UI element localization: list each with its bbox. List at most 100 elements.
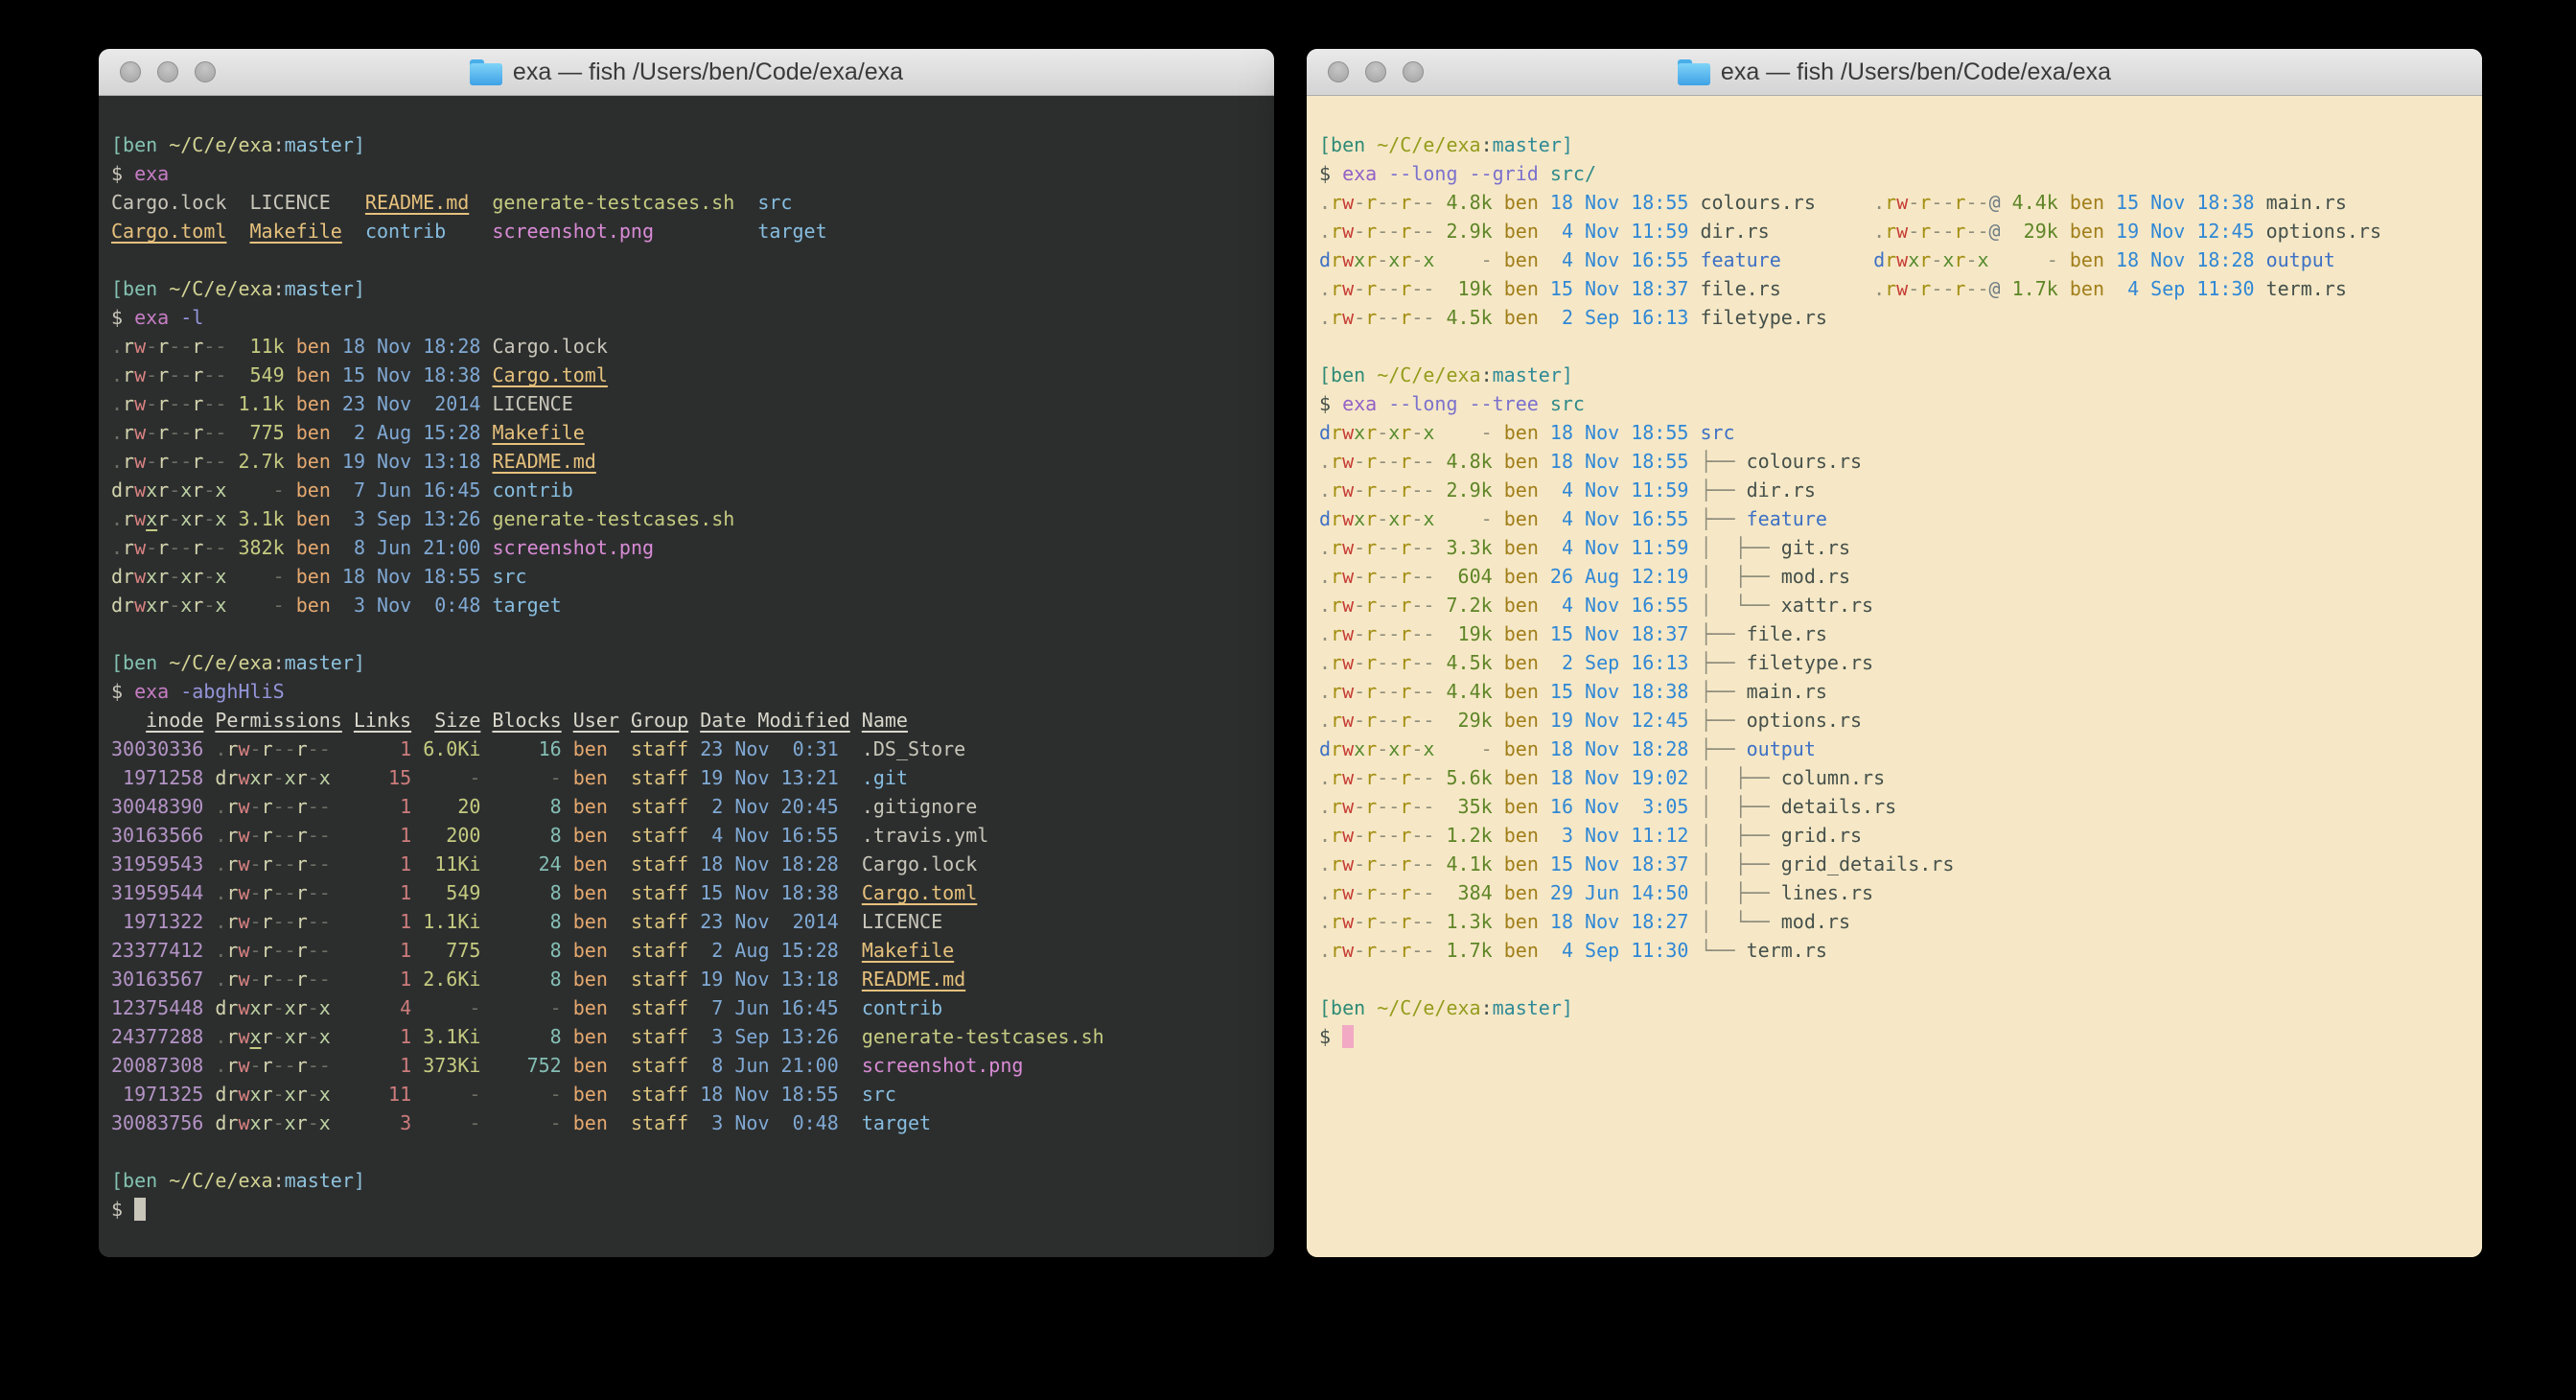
terminal-text-segment: 4 Nov 11:59	[1550, 220, 1689, 243]
window-titlebar[interactable]: exa — fish /Users/ben/Code/exa/exa	[1307, 49, 2482, 96]
terminal-text-segment	[1493, 939, 1504, 962]
terminal-text-segment: Date Modified	[700, 709, 850, 732]
permission-char: r	[1331, 737, 1342, 760]
permission-char: -	[308, 910, 319, 933]
terminal-text-segment	[1539, 306, 1550, 329]
terminal-text-segment	[1434, 622, 1446, 645]
terminal-text-segment: 8	[492, 939, 561, 962]
permission-char: r	[296, 737, 308, 760]
terminal-text-segment: -abghHliS	[169, 680, 284, 703]
permission-char: -	[1423, 852, 1434, 875]
terminal-text-segment: 29 Jun 14:50	[1550, 881, 1689, 904]
terminal-text-segment	[411, 1083, 423, 1106]
permission-char: -	[1388, 910, 1400, 933]
terminal-text-segment	[203, 1111, 215, 1134]
terminal-text-segment: -	[492, 766, 561, 789]
window-titlebar[interactable]: exa — fish /Users/ben/Code/exa/exa	[99, 49, 1274, 96]
terminal-text-segment	[411, 1025, 423, 1048]
terminal-text-segment	[203, 709, 215, 732]
permission-char: r	[157, 536, 169, 559]
permission-char: r	[1400, 248, 1411, 271]
permission-char: w	[1342, 220, 1354, 243]
permission-char: .	[215, 1025, 226, 1048]
permission-char: x	[1942, 248, 1954, 271]
permission-char: -	[1423, 910, 1434, 933]
permission-char: w	[1342, 852, 1354, 875]
terminal-text-segment: 8	[492, 795, 561, 818]
minimize-button[interactable]	[157, 61, 178, 82]
terminal-content[interactable]: [ben ~/C/e/exa:master]$ exa --long --gri…	[1307, 96, 2482, 1257]
terminal-text-segment	[411, 910, 423, 933]
terminal-text-segment	[1688, 421, 1700, 444]
permission-char: -	[250, 1054, 262, 1077]
terminal-line: $ exa -l	[111, 303, 1274, 332]
terminal-line: $	[1319, 1022, 2482, 1051]
terminal-text-segment: 3.1Ki	[423, 1025, 480, 1048]
terminal-text-segment	[1434, 507, 1446, 530]
permission-char: r	[157, 335, 169, 358]
permission-char: -	[1354, 594, 1365, 617]
terminal-text-segment	[331, 1054, 354, 1077]
zoom-button[interactable]	[195, 61, 216, 82]
permission-char: r	[123, 450, 134, 473]
terminal-line: .rw-r--r-- 384 ben 29 Jun 14:50 │ ├── li…	[1319, 878, 2482, 907]
close-button[interactable]	[1328, 61, 1349, 82]
permission-char: r	[1365, 795, 1377, 818]
window-title-text: exa — fish /Users/ben/Code/exa/exa	[1721, 58, 2111, 86]
terminal-text-segment	[1688, 248, 1700, 271]
terminal-text-segment	[1434, 709, 1446, 732]
terminal-text-segment: README.md	[862, 968, 965, 991]
terminal-text-segment: 2 Nov 20:45	[700, 795, 839, 818]
permission-char: -	[169, 507, 180, 530]
terminal-text-segment: :	[273, 277, 285, 300]
terminal-text-segment	[480, 421, 492, 444]
permission-char: x	[180, 594, 192, 617]
permission-char: -	[1411, 277, 1423, 300]
permission-char: .	[1319, 565, 1331, 588]
terminal-text-segment: src	[1700, 421, 1734, 444]
permission-char: .	[1873, 220, 1885, 243]
permission-char: -	[250, 737, 262, 760]
permission-char: r	[1365, 824, 1377, 847]
terminal-text-segment	[411, 968, 423, 991]
terminal-text-segment: ├──	[1700, 709, 1746, 732]
permission-char: x	[215, 565, 226, 588]
terminal-text-segment	[1688, 680, 1700, 703]
terminal-text-segment: README.md	[365, 191, 469, 214]
permission-char: w	[1342, 709, 1354, 732]
terminal-text-segment	[331, 335, 342, 358]
terminal-text-segment	[2001, 191, 2012, 214]
terminal-text-segment: staff	[631, 881, 688, 904]
zoom-button[interactable]	[1403, 61, 1424, 82]
permission-char: r	[1365, 507, 1377, 530]
permission-char: r	[226, 766, 238, 789]
terminal-line: .rw-r--r-- 3.3k ben 4 Nov 11:59 │ ├── gi…	[1319, 533, 2482, 562]
permission-char: x	[1354, 507, 1365, 530]
permission-char: r	[1400, 191, 1411, 214]
permission-char: -	[308, 737, 319, 760]
terminal-text-segment	[2255, 191, 2266, 214]
terminal-text-segment: 26 Aug 12:19	[1550, 565, 1689, 588]
permission-char: w	[238, 852, 249, 875]
permission-char: -	[1411, 421, 1423, 444]
terminal-line: [ben ~/C/e/exa:master]	[1319, 361, 2482, 389]
permission-char: w	[1342, 939, 1354, 962]
terminal-content[interactable]: [ben ~/C/e/exa:master]$ exaCargo.lock LI…	[99, 96, 1274, 1257]
permission-char: -	[308, 939, 319, 962]
close-button[interactable]	[120, 61, 141, 82]
permission-char: .	[215, 968, 226, 991]
permission-char: -	[1978, 220, 1989, 243]
permission-char: -	[203, 363, 215, 386]
terminal-text-segment	[608, 881, 631, 904]
permission-char: r	[1365, 191, 1377, 214]
permission-char: r	[1331, 881, 1342, 904]
permission-char: -	[1354, 881, 1365, 904]
terminal-text-segment	[1688, 565, 1700, 588]
permission-char: -	[1354, 852, 1365, 875]
permission-char: r	[296, 824, 308, 847]
minimize-button[interactable]	[1365, 61, 1386, 82]
terminal-text-segment	[688, 910, 700, 933]
terminal-text-segment: 20	[423, 795, 480, 818]
terminal-line: 30030336 .rw-r--r-- 1 6.0Ki 16 ben staff…	[111, 735, 1274, 763]
permission-char: x	[250, 766, 262, 789]
